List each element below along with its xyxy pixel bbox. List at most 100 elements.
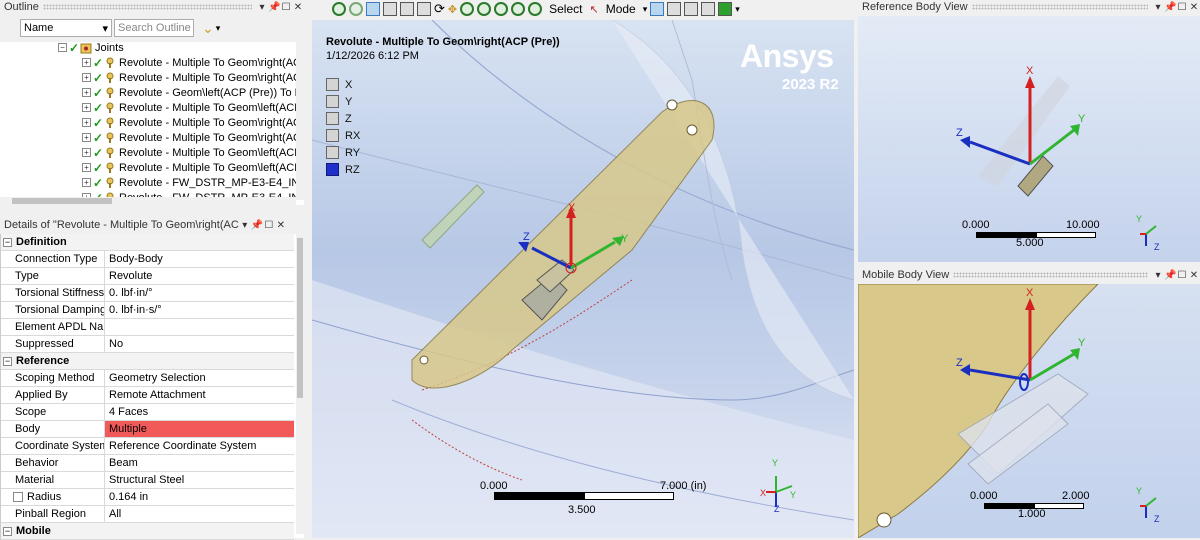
expand-icon[interactable]: + [82,163,91,172]
details-row[interactable]: Suppressed No [1,336,294,353]
details-value-cell[interactable]: Structural Steel [105,472,294,488]
tree-row-revolute[interactable]: +✓ Revolute - FW_DSTR_MP-E3-E4_INS [0,175,296,190]
close-icon[interactable]: ✕ [1188,270,1200,281]
dropdown-icon[interactable]: ▾ [256,2,268,13]
details-row[interactable]: Coordinate System Reference Coordinate Sy… [1,438,294,455]
tree-row-revolute[interactable]: + ✓ Revolute - Multiple To Geom\right(AC [0,130,296,145]
coordinate-icon[interactable] [417,2,431,16]
dropdown-icon[interactable]: ▾ [1152,2,1164,13]
details-row[interactable]: Pinball Region All [1,506,294,523]
expand-icon[interactable]: + [82,73,91,82]
zoom-to-fit-icon[interactable] [494,2,509,16]
cursor-icon[interactable]: ↖ [589,3,598,16]
expand-icon[interactable]: + [82,58,91,67]
details-row[interactable]: Element APDL Name [1,319,294,336]
outline-vertical-scrollbar[interactable] [296,28,304,200]
zoom-box-icon[interactable] [477,2,492,16]
pin-icon[interactable]: 📌 [1164,2,1176,13]
details-row[interactable]: Torsional Stiffness 0. lbf·in/° [1,285,294,302]
details-row[interactable]: Scoping Method Geometry Selection [1,370,294,387]
expand-icon[interactable]: + [82,148,91,157]
mobile-body-viewport[interactable]: X Z Y 0.000 2.000 1.000 Y Z [858,284,1200,538]
pin-icon[interactable]: 📌 [268,2,280,13]
details-row[interactable]: Scope 4 Faces [1,404,294,421]
collapse-icon[interactable]: − [3,237,12,247]
details-row[interactable]: Connection Type Body-Body [1,251,294,268]
filter-chevron-icon[interactable]: ⌄ [202,20,214,37]
body-select-icon[interactable] [366,2,380,16]
details-row[interactable]: Radius 0.164 in [1,489,294,506]
details-section-header[interactable]: − Reference [1,353,294,370]
details-value-cell[interactable]: Geometry Selection [105,370,294,386]
select-body-icon[interactable] [701,2,716,16]
tree-row-revolute[interactable]: + ✓ Revolute - Geom\left(ACP (Pre)) To M [0,85,296,100]
reference-body-viewport[interactable]: X Z Y 0.000 10.000 5.000 Y Z [858,16,1200,262]
tree-row-joints[interactable]: − ✓ Joints [0,40,296,55]
outline-horizontal-scrollbar[interactable] [0,197,296,205]
details-value-cell[interactable]: Beam [105,455,294,471]
details-row[interactable]: Material Structural Steel [1,472,294,489]
tree-row-revolute[interactable]: + ✓ Revolute - Multiple To Geom\left(ACP [0,160,296,175]
zoom-fit-icon[interactable] [332,2,346,16]
details-row[interactable]: Behavior Beam [1,455,294,472]
pan-icon[interactable]: ✥ [448,3,457,16]
details-value-cell[interactable]: Remote Attachment [105,387,294,403]
details-row[interactable]: Applied By Remote Attachment [1,387,294,404]
bodies-icon[interactable] [400,2,414,16]
search-input[interactable]: Search Outline [114,19,194,37]
details-value-cell[interactable] [105,319,294,335]
select-button[interactable]: Select [549,2,582,16]
name-select[interactable]: Name ▾ [20,19,112,37]
select-edge-icon[interactable] [667,2,682,16]
select-face-icon[interactable] [684,2,699,16]
zoom-previous-icon[interactable] [528,2,543,16]
details-value-cell[interactable]: Revolute [105,268,294,284]
close-icon[interactable]: ✕ [275,220,287,231]
pin-icon[interactable]: 📌 [1164,270,1176,281]
details-value-cell[interactable]: No [105,336,294,352]
tree-row-revolute[interactable]: + ✓ Revolute - Multiple To Geom\right(AC [0,70,296,85]
checkbox[interactable] [13,492,23,502]
maximize-icon[interactable]: ☐ [1176,270,1188,281]
dropdown-icon[interactable]: ▾ [216,23,221,34]
tree-row-revolute[interactable]: + ✓ Revolute - Multiple To Geom\right(AC [0,55,296,70]
expand-icon[interactable]: + [82,103,91,112]
mode-dropdown-icon[interactable]: ▾ [643,4,648,15]
details-value-cell[interactable]: 0.164 in [105,489,294,505]
details-value-cell[interactable]: All [105,506,294,522]
tree-row-revolute[interactable]: + ✓ Revolute - Multiple To Geom\right(AC [0,115,296,130]
rotate-icon[interactable]: ⟳ [434,1,445,17]
maximize-icon[interactable]: ☐ [1176,2,1188,13]
maximize-icon[interactable]: ☐ [280,2,292,13]
details-row[interactable]: Body Multiple [1,421,294,438]
collapse-icon[interactable]: − [3,356,12,366]
pin-icon[interactable]: 📌 [251,220,263,231]
details-value-cell[interactable]: Body-Body [105,251,294,267]
expand-icon[interactable]: + [82,178,91,187]
details-row[interactable]: Type Revolute [1,268,294,285]
zoom-icon[interactable] [349,2,363,16]
dropdown-icon[interactable]: ▾ [1152,270,1164,281]
details-section-header[interactable]: − Definition [1,234,294,251]
maximize-icon[interactable]: ☐ [263,220,275,231]
details-value-cell[interactable]: 0. lbf·in·s/° [105,302,294,318]
close-icon[interactable]: ✕ [292,2,304,13]
tree-row-revolute[interactable]: + ✓ Revolute - Multiple To Geom\left(ACP [0,100,296,115]
select-vertex-icon[interactable] [650,2,665,16]
details-value-cell[interactable]: 4 Faces [105,404,294,420]
details-value-cell[interactable]: Reference Coordinate System [105,438,294,454]
zoom-in-icon[interactable] [460,2,475,16]
details-scrollbar[interactable] [296,234,304,534]
body-icon[interactable] [383,2,397,16]
details-row[interactable]: Torsional Damping 0. lbf·in·s/° [1,302,294,319]
details-section-header[interactable]: − Mobile [1,523,294,540]
tree-row-revolute[interactable]: + ✓ Revolute - Multiple To Geom\left(ACP [0,145,296,160]
collapse-icon[interactable]: − [58,43,67,52]
dropdown-icon[interactable]: ▾ [735,4,740,15]
magnifier-icon[interactable] [511,2,526,16]
expand-icon[interactable]: + [82,118,91,127]
close-icon[interactable]: ✕ [1188,2,1200,13]
collapse-icon[interactable]: − [3,526,12,536]
main-graphics-viewport[interactable]: X Z Y Revolute - Multiple To Geom\right(… [312,20,854,538]
dropdown-icon[interactable]: ▾ [239,220,251,231]
